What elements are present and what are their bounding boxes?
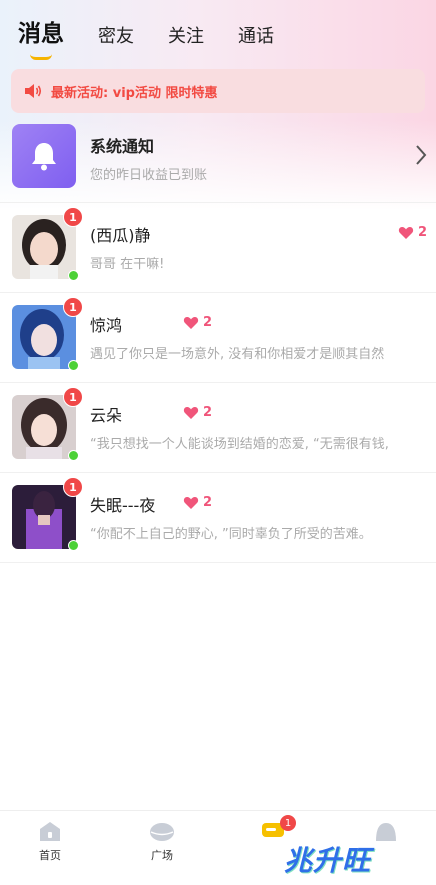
heart-icon <box>183 406 199 419</box>
divider <box>0 292 436 293</box>
active-tab-indicator <box>30 54 52 60</box>
nav-plaza[interactable]: 广场 <box>132 819 192 863</box>
divider <box>0 202 436 203</box>
tab-messages-label: 消息 <box>18 21 64 47</box>
system-notification-title: 系统通知 <box>90 137 155 156</box>
last-message: “我只想找一个人能谈场到结婚的恋爱, “无需很有钱, <box>90 437 389 452</box>
intimacy-value: 2 <box>418 225 428 240</box>
divider <box>0 472 436 473</box>
system-notification-icon <box>12 124 76 188</box>
last-message: 哥哥 在干嘛! <box>90 257 165 272</box>
divider <box>0 562 436 563</box>
intimacy-badge: 2 <box>183 405 212 420</box>
tab-following[interactable]: 关注 <box>168 22 204 48</box>
plaza-icon <box>150 823 174 841</box>
nav-unread-badge: 1 <box>280 815 296 831</box>
nav-home-label: 首页 <box>39 849 61 862</box>
online-indicator <box>68 540 79 551</box>
nav-home[interactable]: 首页 <box>20 819 80 863</box>
banner-text: 最新活动: vip活动 限时特惠 <box>51 85 218 101</box>
unread-badge: 1 <box>63 207 83 227</box>
intimacy-value: 2 <box>203 315 213 330</box>
intimacy-value: 2 <box>203 405 213 420</box>
unread-badge: 1 <box>63 387 83 407</box>
bell-icon <box>32 143 56 171</box>
contact-name: 惊鸿 <box>90 316 123 335</box>
activity-banner[interactable]: 最新活动: vip活动 限时特惠 <box>11 69 425 113</box>
tab-messages[interactable]: 消息 <box>18 14 64 60</box>
system-notification-row[interactable]: 系统通知 您的昨日收益已到账 <box>0 124 436 190</box>
home-icon <box>40 822 60 841</box>
watermark-logo: 兆升旺 <box>284 844 372 877</box>
unread-badge: 1 <box>63 477 83 497</box>
heart-icon <box>398 226 414 239</box>
online-indicator <box>68 270 79 281</box>
tab-close-friends[interactable]: 密友 <box>98 22 134 48</box>
contact-name: 云朵 <box>90 406 123 425</box>
top-tabs: 消息 密友 关注 通话 <box>18 14 308 60</box>
last-message: 遇见了你只是一场意外, 没有和你相爱才是顺其自然 <box>90 347 385 362</box>
tab-calls[interactable]: 通话 <box>238 22 274 48</box>
profile-icon <box>376 823 396 841</box>
intimacy-badge: 2 <box>183 495 212 510</box>
system-notification-subtitle: 您的昨日收益已到账 <box>90 168 208 183</box>
last-message: “你配不上自己的野心, ”同时辜负了所受的苦难。 <box>90 527 372 542</box>
contact-name: 失眠---夜 <box>90 496 156 515</box>
tab-close-friends-label: 密友 <box>98 26 134 47</box>
chevron-right-icon <box>416 145 427 165</box>
intimacy-value: 2 <box>203 495 213 510</box>
unread-badge: 1 <box>63 297 83 317</box>
tab-calls-label: 通话 <box>238 26 274 47</box>
divider <box>0 382 436 383</box>
speaker-icon <box>25 84 42 98</box>
online-indicator <box>68 360 79 371</box>
tab-following-label: 关注 <box>168 26 204 47</box>
intimacy-badge: 2 <box>398 225 427 240</box>
heart-icon <box>183 496 199 509</box>
nav-plaza-label: 广场 <box>151 849 173 862</box>
intimacy-badge: 2 <box>183 315 212 330</box>
heart-icon <box>183 316 199 329</box>
contact-name: (西瓜)静 <box>90 226 151 245</box>
online-indicator <box>68 450 79 461</box>
